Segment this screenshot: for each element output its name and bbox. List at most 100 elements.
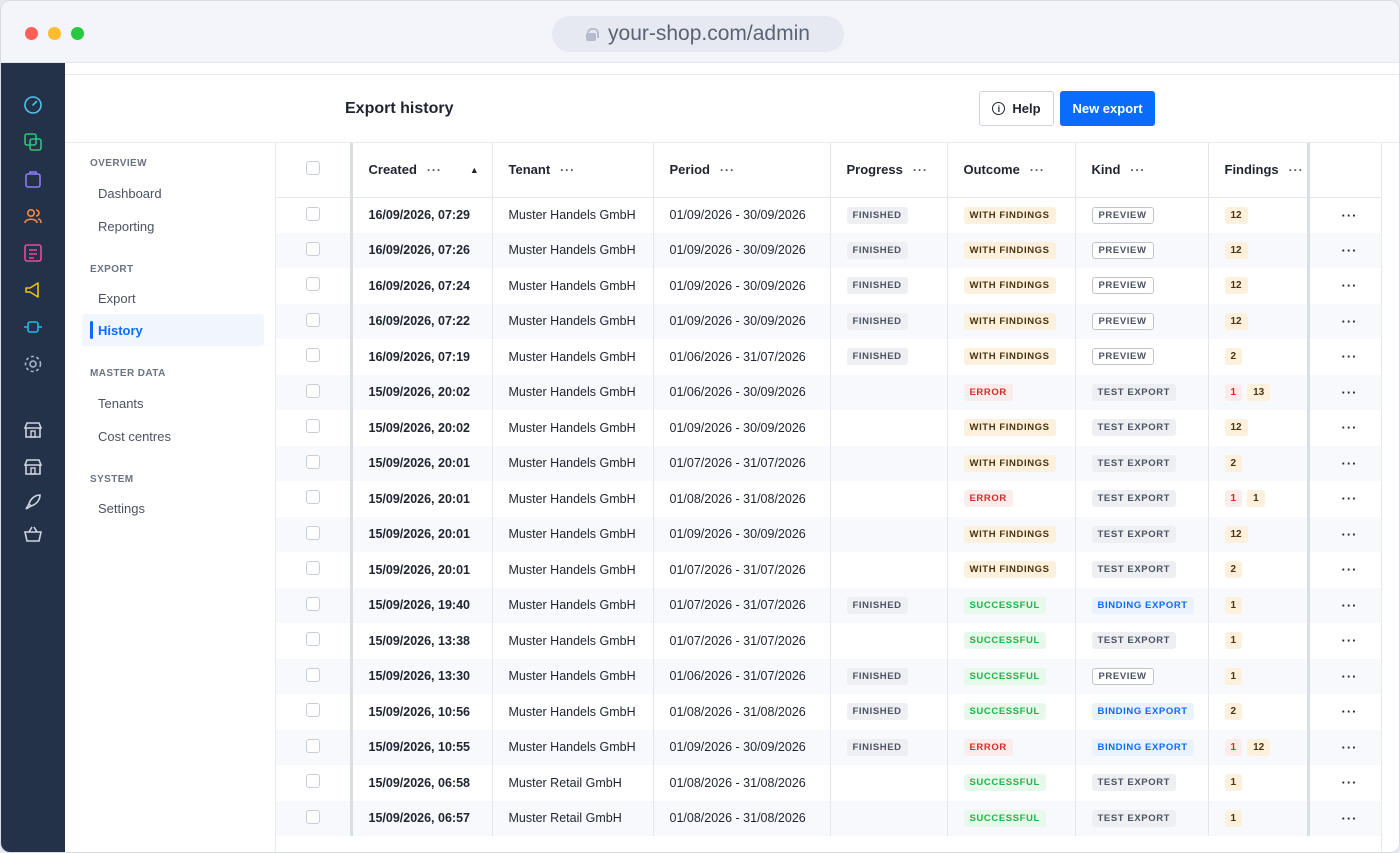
users-icon[interactable]: [23, 206, 43, 226]
row-actions-menu-icon[interactable]: ···: [1342, 811, 1358, 826]
megaphone-icon[interactable]: [23, 280, 43, 300]
table-row[interactable]: 16/09/2026, 07:19 Muster Handels GmbH 01/0…: [276, 339, 1381, 375]
nav-item-settings[interactable]: Settings: [82, 492, 264, 524]
table-row[interactable]: 16/09/2026, 07:24 Muster Handels GmbH 01/0…: [276, 268, 1381, 304]
row-actions-menu-icon[interactable]: ···: [1342, 527, 1358, 542]
bag-icon[interactable]: [23, 169, 43, 189]
row-actions-menu-icon[interactable]: ···: [1342, 633, 1358, 648]
gear-icon[interactable]: [23, 354, 43, 374]
row-checkbox[interactable]: [306, 383, 320, 398]
row-actions-menu-icon[interactable]: ···: [1342, 775, 1358, 790]
row-actions-menu-icon[interactable]: ···: [1342, 243, 1358, 258]
column-menu-icon[interactable]: ···: [427, 163, 442, 177]
row-actions-menu-icon[interactable]: ···: [1342, 314, 1358, 329]
row-checkbox[interactable]: [306, 454, 320, 469]
row-actions-menu-icon[interactable]: ···: [1342, 420, 1358, 435]
column-menu-icon[interactable]: ···: [1289, 163, 1304, 177]
nav-item-history[interactable]: History: [82, 314, 264, 346]
column-menu-icon[interactable]: ···: [913, 163, 928, 177]
table-row[interactable]: 15/09/2026, 20:01 Muster Handels GmbH 01/0…: [276, 516, 1381, 552]
row-checkbox[interactable]: [306, 703, 320, 718]
select-all-checkbox[interactable]: [306, 161, 320, 176]
column-header-progress[interactable]: Progress ···: [830, 143, 948, 198]
row-checkbox[interactable]: [306, 738, 320, 753]
row-checkbox[interactable]: [306, 774, 320, 789]
row-actions-menu-icon[interactable]: ···: [1342, 349, 1358, 364]
column-header-outcome[interactable]: Outcome ···: [947, 143, 1076, 198]
outcome-badge: WITH FINDINGS: [963, 525, 1056, 543]
close-window-button[interactable]: [25, 27, 38, 40]
column-header-findings[interactable]: Findings ···: [1208, 143, 1310, 198]
row-actions-menu-icon[interactable]: ···: [1342, 491, 1358, 506]
tenant-cell: Muster Handels GmbH: [492, 445, 654, 481]
column-menu-icon[interactable]: ···: [1030, 163, 1045, 177]
table-row[interactable]: 16/09/2026, 07:22 Muster Handels GmbH 01/0…: [276, 303, 1381, 339]
table-row[interactable]: 15/09/2026, 13:30 Muster Handels GmbH 01/0…: [276, 658, 1381, 694]
column-menu-icon[interactable]: ···: [560, 163, 575, 177]
sort-ascending-icon[interactable]: ▲: [470, 165, 479, 175]
table-row[interactable]: 15/09/2026, 06:58 Muster Retail GmbH 01/08…: [276, 765, 1381, 801]
store-icon[interactable]: [23, 420, 43, 440]
basket-icon[interactable]: [23, 524, 43, 544]
table-row[interactable]: 15/09/2026, 20:02 Muster Handels GmbH 01/0…: [276, 410, 1381, 446]
maximize-window-button[interactable]: [71, 27, 84, 40]
column-header-created[interactable]: Created ··· ▲: [351, 143, 493, 198]
column-header-period[interactable]: Period ···: [653, 143, 831, 198]
nav-item-cost-centres[interactable]: Cost centres: [82, 420, 264, 452]
table-row[interactable]: 16/09/2026, 07:29 Muster Handels GmbH 01/0…: [276, 197, 1381, 233]
row-checkbox[interactable]: [306, 632, 320, 647]
address-bar[interactable]: your-shop.com/admin: [552, 16, 844, 52]
row-actions-menu-icon[interactable]: ···: [1342, 669, 1358, 684]
row-actions-menu-icon[interactable]: ···: [1342, 562, 1358, 577]
rocket-icon[interactable]: [23, 492, 43, 512]
store-icon[interactable]: [23, 457, 43, 477]
findings-warning-count: 1: [1224, 809, 1243, 827]
help-button[interactable]: i Help: [979, 91, 1054, 126]
row-checkbox[interactable]: [306, 561, 320, 576]
row-actions-menu-icon[interactable]: ···: [1342, 598, 1358, 613]
row-checkbox[interactable]: [306, 277, 320, 292]
row-actions-menu-icon[interactable]: ···: [1342, 456, 1358, 471]
new-export-button[interactable]: New export: [1060, 91, 1155, 126]
column-header-tenant[interactable]: Tenant ···: [492, 143, 654, 198]
outcome-badge: WITH FINDINGS: [963, 241, 1056, 259]
table-row[interactable]: 15/09/2026, 06:57 Muster Retail GmbH 01/08…: [276, 800, 1381, 836]
row-checkbox[interactable]: [306, 419, 320, 434]
plug-icon[interactable]: [23, 317, 43, 337]
row-checkbox[interactable]: [306, 525, 320, 540]
table-row[interactable]: 15/09/2026, 10:56 Muster Handels GmbH 01/0…: [276, 694, 1381, 730]
nav-item-tenants[interactable]: Tenants: [82, 387, 264, 419]
nav-item-reporting[interactable]: Reporting: [82, 210, 264, 242]
findings-warning-count: 2: [1224, 454, 1243, 472]
row-checkbox[interactable]: [306, 312, 320, 327]
dashboard-gauge-icon[interactable]: [23, 95, 43, 115]
table-row[interactable]: 15/09/2026, 20:01 Muster Handels GmbH 01/0…: [276, 552, 1381, 588]
row-checkbox[interactable]: [306, 596, 320, 611]
row-checkbox[interactable]: [306, 809, 320, 824]
column-menu-icon[interactable]: ···: [1130, 163, 1145, 177]
row-checkbox[interactable]: [306, 348, 320, 363]
row-checkbox[interactable]: [306, 667, 320, 682]
row-actions-menu-icon[interactable]: ···: [1342, 208, 1358, 223]
table-row[interactable]: 15/09/2026, 20:02 Muster Handels GmbH 01/0…: [276, 374, 1381, 410]
row-actions-menu-icon[interactable]: ···: [1342, 740, 1358, 755]
row-actions-menu-icon[interactable]: ···: [1342, 385, 1358, 400]
list-icon[interactable]: [23, 243, 43, 263]
table-row[interactable]: 15/09/2026, 13:38 Muster Handels GmbH 01/0…: [276, 623, 1381, 659]
table-row[interactable]: 15/09/2026, 20:01 Muster Handels GmbH 01/0…: [276, 481, 1381, 517]
row-checkbox[interactable]: [306, 241, 320, 256]
column-menu-icon[interactable]: ···: [720, 163, 735, 177]
row-checkbox[interactable]: [306, 490, 320, 505]
nav-item-dashboard[interactable]: Dashboard: [82, 177, 264, 209]
table-row[interactable]: 15/09/2026, 19:40 Muster Handels GmbH 01/0…: [276, 587, 1381, 623]
table-row[interactable]: 16/09/2026, 07:26 Muster Handels GmbH 01/0…: [276, 232, 1381, 268]
row-checkbox[interactable]: [306, 206, 320, 221]
column-header-kind[interactable]: Kind ···: [1075, 143, 1209, 198]
minimize-window-button[interactable]: [48, 27, 61, 40]
table-row[interactable]: 15/09/2026, 20:01 Muster Handels GmbH 01/0…: [276, 445, 1381, 481]
nav-item-export[interactable]: Export: [82, 282, 264, 314]
table-row[interactable]: 15/09/2026, 10:55 Muster Handels GmbH 01/0…: [276, 729, 1381, 765]
copy-icon[interactable]: [23, 132, 43, 152]
row-actions-menu-icon[interactable]: ···: [1342, 278, 1358, 293]
row-actions-menu-icon[interactable]: ···: [1342, 704, 1358, 719]
